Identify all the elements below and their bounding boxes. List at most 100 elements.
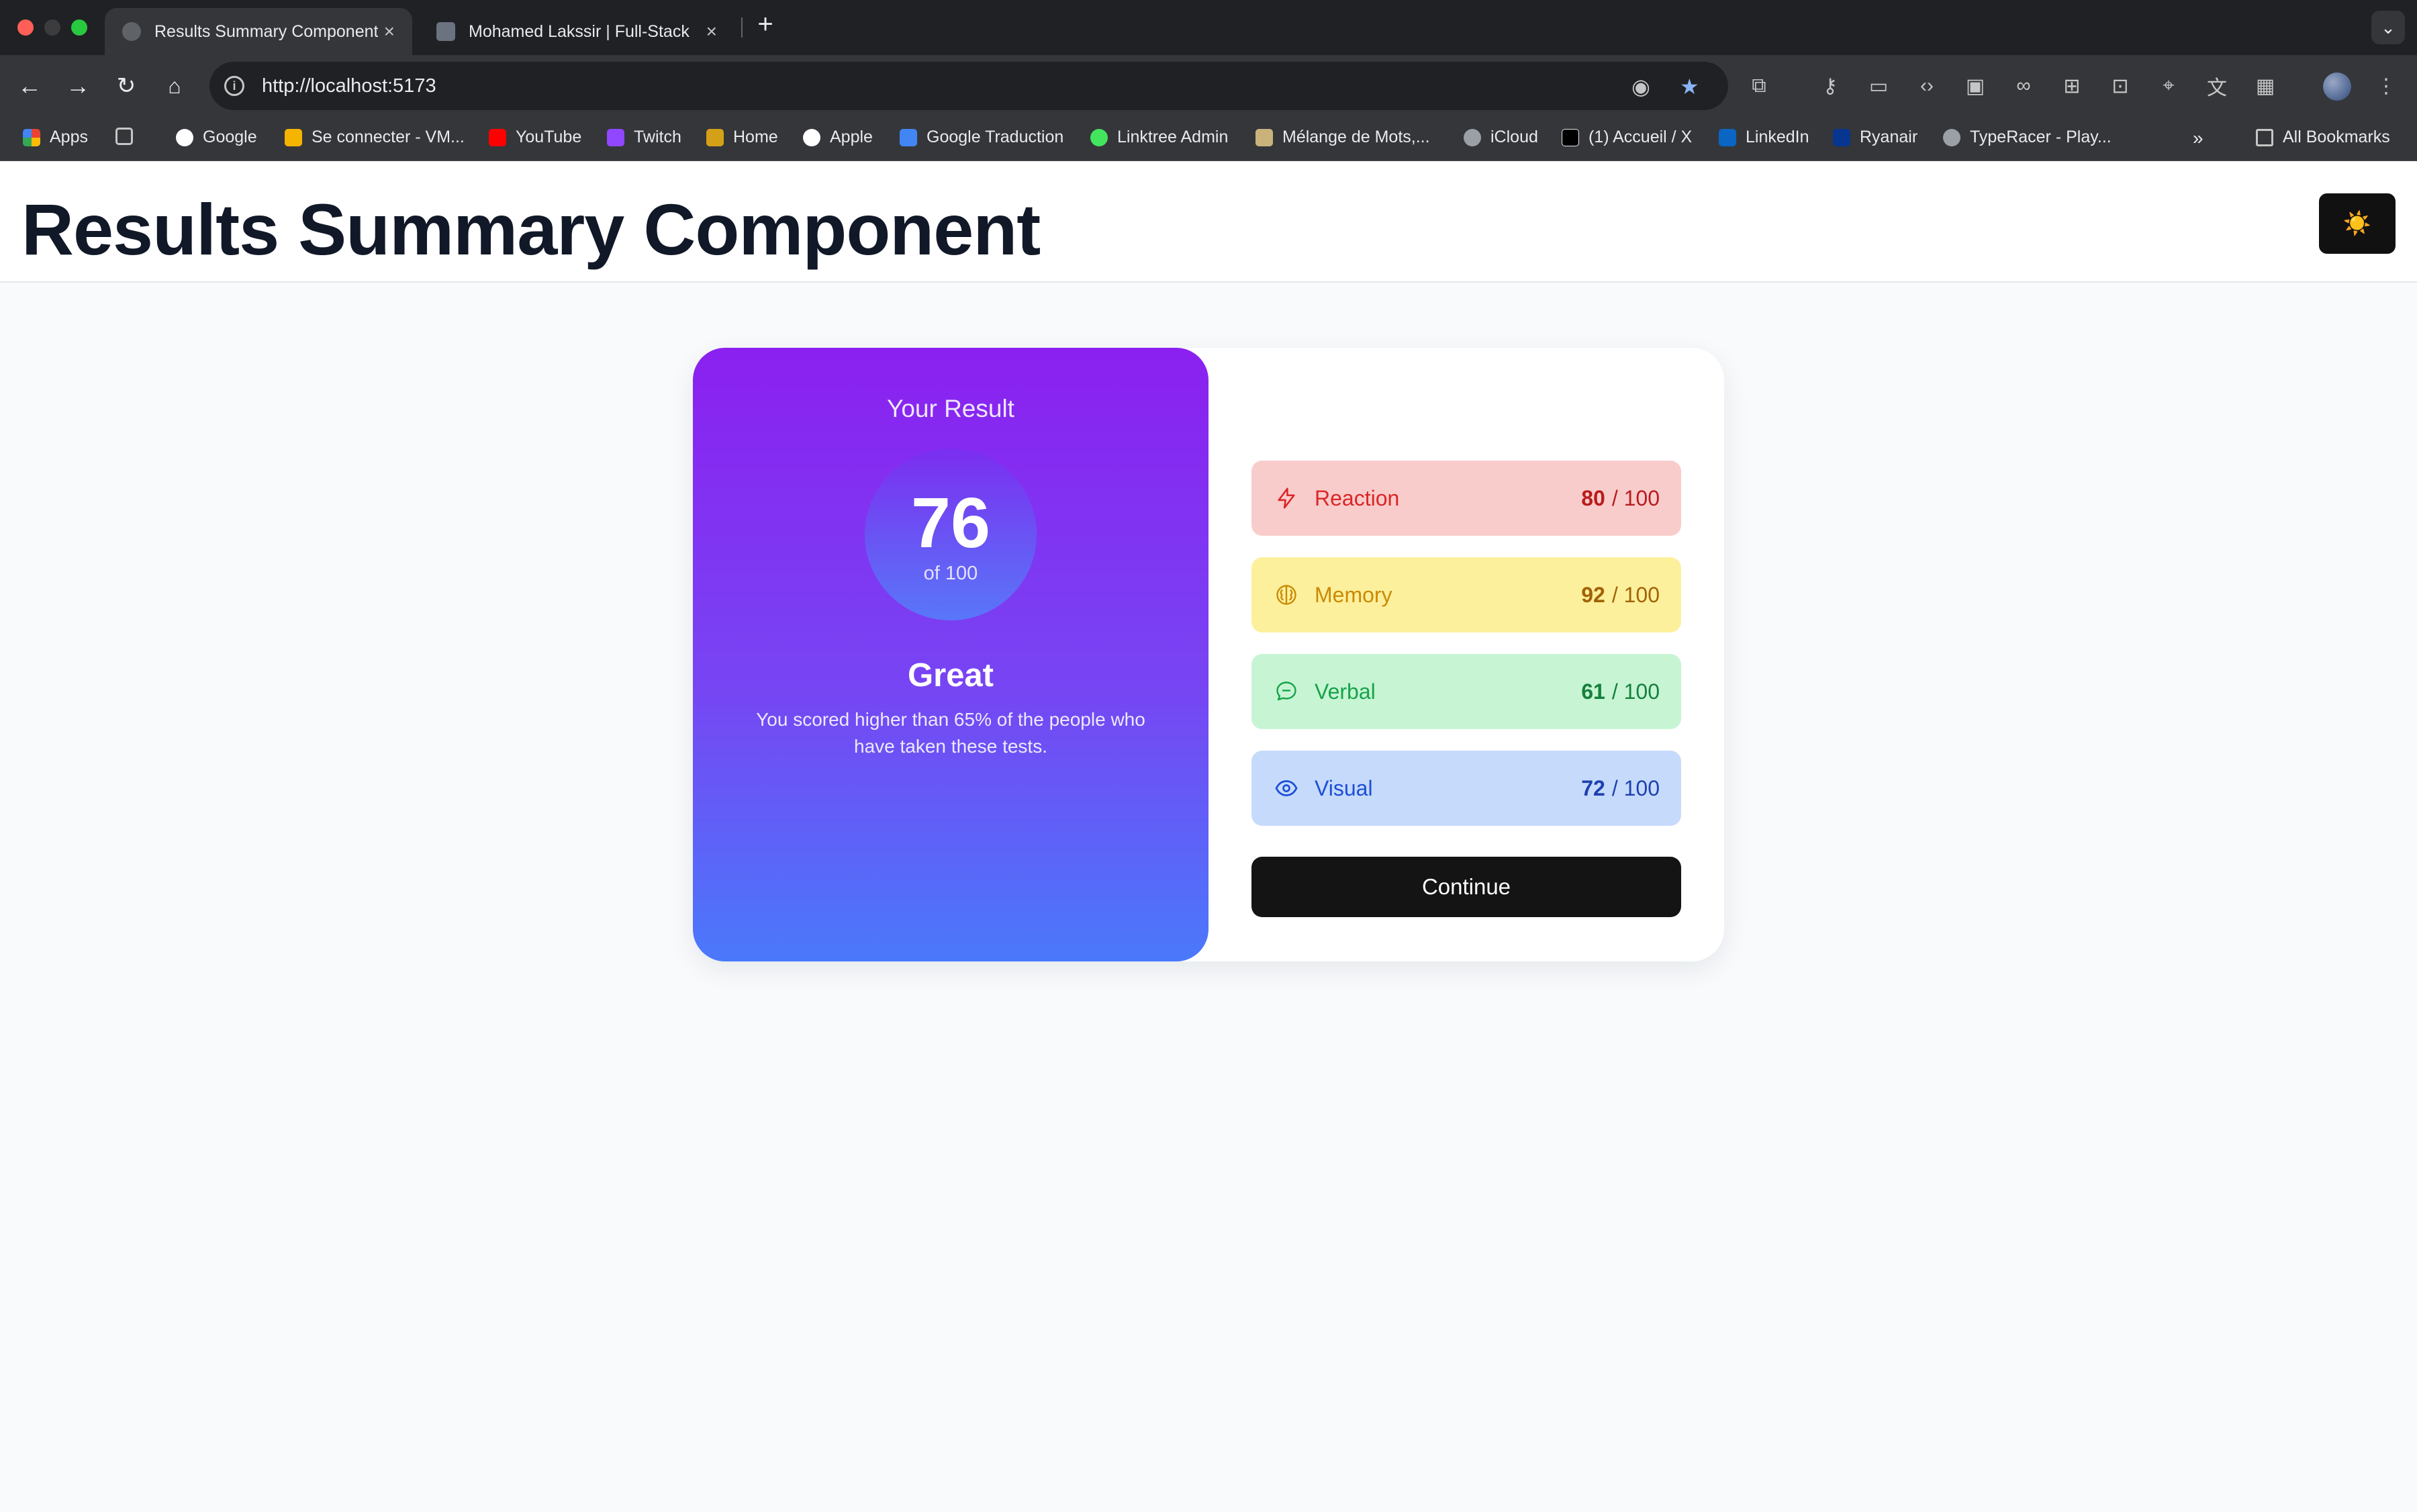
bookmark-linkedin[interactable]: LinkedIn — [1719, 128, 1809, 147]
bookmarks-overflow-chevron-icon[interactable]: » — [2193, 128, 2203, 149]
apple-icon — [803, 128, 820, 146]
address-bar[interactable]: i http://localhost:5173 ◉ ★ — [209, 62, 1728, 110]
category-verbal: Verbal 61 / 100 — [1251, 654, 1681, 729]
profile-avatar[interactable] — [2323, 73, 2351, 101]
globe-icon — [122, 22, 141, 41]
icloud-icon — [1464, 128, 1481, 146]
result-description: You scored higher than 65% of the people… — [756, 709, 1145, 757]
result-heading: Your Result — [887, 395, 1014, 422]
close-tab-icon[interactable]: × — [706, 21, 717, 42]
bookmark-apple[interactable]: Apple — [803, 128, 873, 147]
bookmark-youtube[interactable]: YouTube — [489, 128, 581, 147]
bookmark-twitch[interactable]: Twitch — [607, 128, 681, 147]
bookmark-label: YouTube — [516, 128, 582, 146]
folder-icon — [2256, 128, 2273, 146]
layout-icon[interactable]: ⊞ — [2058, 73, 2085, 99]
sun-icon: ☀️ — [2342, 211, 2372, 236]
tab-results-summary[interactable]: Results Summary Component × — [105, 8, 412, 55]
twitch-icon — [607, 128, 624, 146]
eye-icon — [1273, 775, 1300, 802]
bookmark-label: Twitch — [634, 128, 681, 146]
category-max: / 100 — [1611, 582, 1660, 607]
screenshot-icon[interactable]: ⊡ — [2107, 73, 2134, 99]
back-arrow-icon[interactable]: ← — [13, 70, 46, 102]
url-text[interactable]: http://localhost:5173 — [262, 75, 436, 97]
bookmark-x[interactable]: (1) Accueil / X — [1562, 128, 1692, 147]
translate-icon[interactable]: 文 — [2203, 73, 2230, 99]
bookmark-star-icon[interactable]: ★ — [1680, 74, 1699, 99]
bookmark-home[interactable]: Home — [706, 128, 778, 147]
forward-arrow-icon[interactable]: → — [62, 70, 94, 102]
home-icon[interactable]: ⌂ — [158, 70, 191, 102]
qr-code-icon[interactable]: ▦ — [2252, 73, 2279, 99]
page-header: Results Summary Component ☀️ — [0, 162, 2417, 283]
bookmark-vm[interactable]: Se connecter - VM... — [285, 128, 465, 147]
theme-toggle-button[interactable]: ☀️ — [2319, 193, 2396, 254]
bookmark-label: Se connecter - VM... — [312, 128, 465, 146]
link-icon[interactable]: ∞ — [2010, 73, 2037, 99]
bookmark-label: Ryanair — [1860, 128, 1918, 146]
tab-groups-button[interactable] — [115, 128, 142, 145]
bookmark-linktree[interactable]: Linktree Admin — [1090, 128, 1228, 147]
code-icon[interactable]: ‹› — [1913, 73, 1940, 99]
bookmark-icloud[interactable]: iCloud — [1464, 128, 1538, 147]
home-bookmark-icon — [706, 128, 724, 146]
brain-icon — [1273, 581, 1300, 608]
bookmark-label: All Bookmarks — [2283, 128, 2390, 146]
tab-groups-icon — [115, 128, 133, 145]
category-label: Visual — [1315, 775, 1373, 800]
bookmark-typeracer[interactable]: TypeRacer - Play... — [1943, 128, 2112, 147]
bookmark-label: (1) Accueil / X — [1589, 128, 1693, 146]
results-card: Your Result 76 of 100 Great You scored h… — [693, 348, 1724, 961]
password-key-icon[interactable]: ⚷ — [1817, 73, 1844, 99]
bookmark-label: iCloud — [1490, 128, 1538, 146]
score-value: 76 — [911, 483, 990, 563]
category-label: Verbal — [1315, 679, 1376, 704]
card-icon[interactable]: ▭ — [1865, 73, 1892, 99]
category-reaction: Reaction 80 / 100 — [1251, 461, 1681, 536]
maximize-window-button[interactable] — [71, 19, 87, 36]
linktree-icon — [1090, 128, 1108, 146]
site-info-icon[interactable]: i — [224, 76, 244, 96]
result-rating: Great — [907, 657, 994, 694]
tab-search-button[interactable]: ⌄ — [2371, 11, 2405, 44]
summary-panel: Reaction 80 / 100 Memory 92 / 100 Verbal… — [1208, 348, 1724, 961]
x-icon — [1562, 128, 1579, 146]
youtube-icon — [489, 128, 506, 146]
close-window-button[interactable] — [17, 19, 34, 36]
bookmark-melange-de-mots[interactable]: Mélange de Mots,... — [1255, 128, 1430, 147]
all-bookmarks-folder[interactable]: All Bookmarks — [2256, 128, 2390, 147]
bookmarks-bar: Apps Google Se connecter - VM... YouTube… — [0, 117, 2417, 161]
bookmark-label: Apps — [50, 128, 88, 146]
bookmark-label: Home — [733, 128, 778, 146]
extensions-puzzle-icon[interactable]: ⧉ — [1746, 73, 1772, 99]
bookmark-google[interactable]: Google — [176, 128, 257, 147]
bookmark-label: LinkedIn — [1746, 128, 1809, 146]
continue-button[interactable]: Continue — [1251, 857, 1681, 917]
category-score: 61 — [1581, 679, 1605, 704]
site-favicon-icon — [436, 22, 455, 41]
bookmark-ryanair[interactable]: Ryanair — [1833, 128, 1917, 147]
browser-toolbar: ← → ↻ ⌂ i http://localhost:5173 ◉ ★ ⧉ ⚷ … — [0, 55, 2417, 117]
category-visual: Visual 72 / 100 — [1251, 751, 1681, 826]
bookmark-label: Google Traduction — [927, 128, 1064, 146]
bookmark-label: Google — [203, 128, 257, 146]
category-score: 72 — [1581, 775, 1605, 800]
minimize-window-button[interactable] — [44, 19, 60, 36]
close-tab-icon[interactable]: × — [384, 21, 395, 42]
devices-icon[interactable]: ▣ — [1962, 73, 1989, 99]
category-max: / 100 — [1611, 485, 1660, 510]
globe-icon — [1943, 128, 1960, 146]
category-label: Reaction — [1315, 485, 1400, 510]
bookmark-apps[interactable]: Apps — [23, 128, 88, 147]
new-tab-button[interactable]: + — [751, 9, 780, 40]
eye-icon[interactable]: ◉ — [1631, 74, 1650, 99]
more-menu-icon[interactable]: ⋮ — [2373, 73, 2400, 99]
tab-portfolio[interactable]: Mohamed Lakssir | Full-Stack × — [419, 8, 734, 55]
reload-icon[interactable]: ↻ — [110, 70, 142, 102]
browser-tab-bar: Results Summary Component × Mohamed Laks… — [0, 0, 2417, 55]
category-score: 80 — [1581, 485, 1605, 510]
category-max: / 100 — [1611, 775, 1660, 800]
location-pin-icon[interactable]: ⌖ — [2155, 73, 2182, 99]
bookmark-google-traduction[interactable]: Google Traduction — [900, 128, 1063, 147]
